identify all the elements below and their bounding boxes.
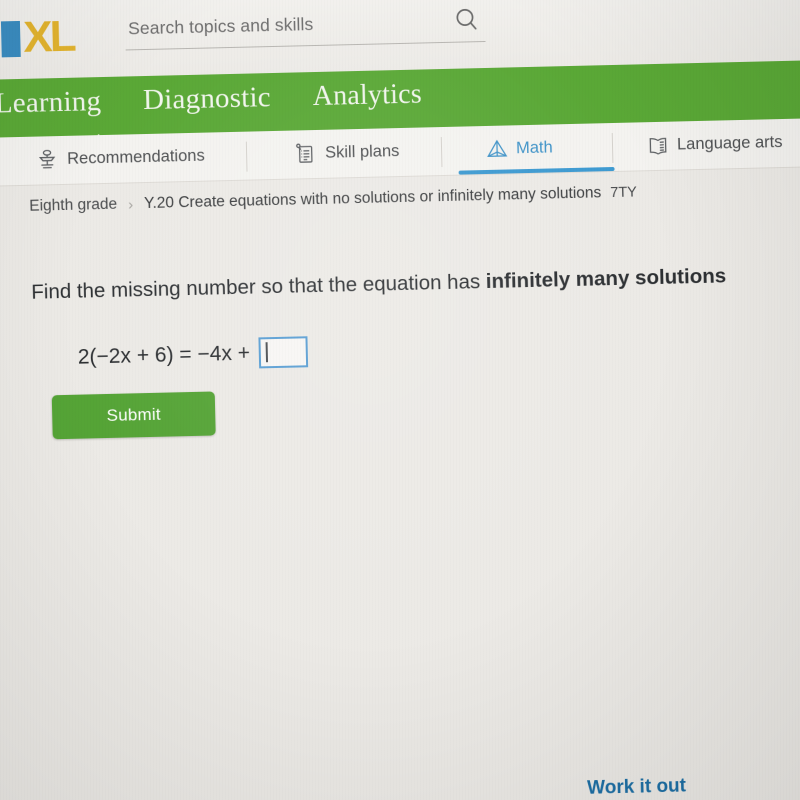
nav-item-learning[interactable]: Learning [0,85,102,120]
tab-language-arts-label: Language arts [676,132,783,153]
pyramid-icon [485,138,508,161]
tab-recommendations-label: Recommendations [66,146,205,168]
clipboard-checklist-icon [294,142,317,165]
tab-divider-2 [440,137,443,168]
ixl-logo[interactable]: XL [0,11,120,62]
search-field[interactable]: Search topics and skills [125,6,496,55]
logo-xl-text: XL [22,11,75,62]
tab-math[interactable]: Math [485,132,553,164]
breadcrumb-skill-code: 7TY [610,184,638,202]
prompt-bold-text: infinitely many solutions [485,264,727,294]
tab-recommendations[interactable]: Recommendations [36,141,205,175]
nav-item-analytics[interactable]: Analytics [312,78,422,113]
open-book-icon [646,134,669,157]
search-underline [125,40,486,51]
tab-skill-plans-label: Skill plans [324,141,400,162]
prompt-plain-text: Find the missing number so that the equa… [31,270,487,304]
breadcrumb-skill: Y.20 Create equations with no solutions … [143,184,602,213]
work-it-out-link[interactable]: Work it out [587,775,686,799]
search-icon[interactable] [453,6,480,35]
answer-input[interactable] [258,336,309,369]
tab-language-arts[interactable]: Language arts [646,127,783,160]
recommendations-icon [36,148,59,171]
breadcrumb-separator-icon: › [127,195,134,213]
submit-button[interactable]: Submit [51,391,216,440]
primary-nav-list: Learning Diagnostic Analytics [0,77,464,121]
tab-skill-plans[interactable]: Skill plans [294,136,400,168]
breadcrumb-grade[interactable]: Eighth grade [29,196,117,216]
screen-photo: XL Search topics and skills Learning Dia… [0,0,800,800]
tab-math-label: Math [515,137,553,157]
search-placeholder: Search topics and skills [127,14,314,39]
question-prompt: Find the missing number so that the equa… [31,261,800,304]
tab-divider-1 [245,141,248,172]
equation-expression: 2(−2x + 6) = −4x + [77,341,251,369]
browser-page: XL Search topics and skills Learning Dia… [0,0,800,800]
equation-row: 2(−2x + 6) = −4x + [77,336,309,372]
text-caret [265,342,269,363]
tab-divider-3 [611,133,614,164]
nav-item-diagnostic[interactable]: Diagnostic [143,81,271,117]
logo-i-bar [0,20,21,58]
